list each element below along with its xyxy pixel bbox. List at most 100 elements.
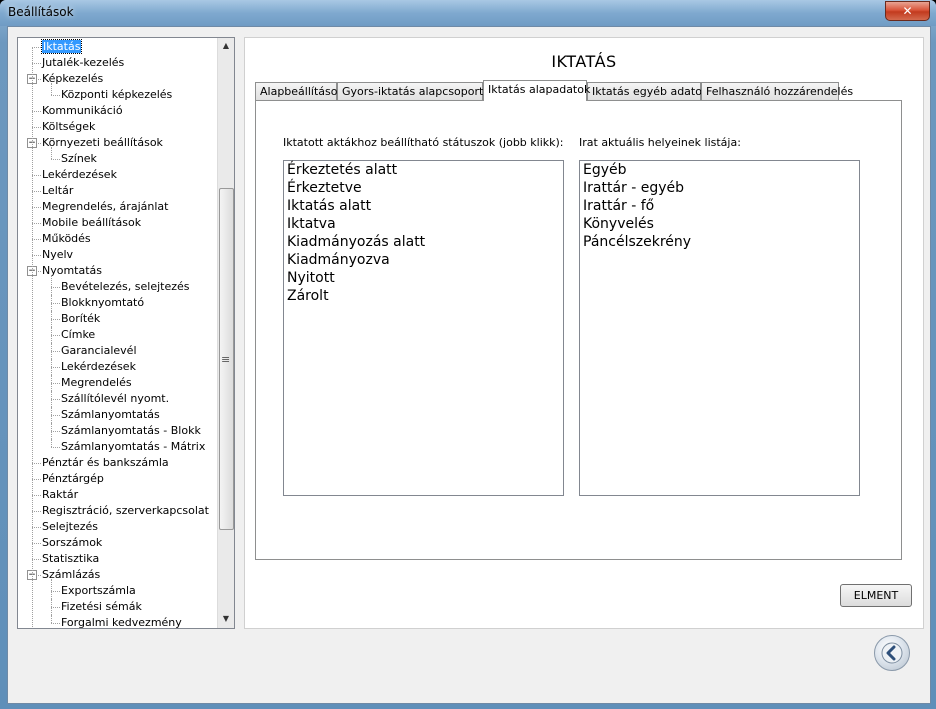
tree-node-label: Működés (42, 232, 91, 245)
tree-node[interactable]: Lekérdezések (42, 167, 117, 183)
tree-scrollbar[interactable]: ▲ ≡ ▼ (217, 38, 234, 628)
list-item[interactable]: Könyvelés (580, 215, 859, 233)
scroll-down-icon[interactable]: ▼ (218, 611, 234, 627)
tree-node-label: Címke (61, 328, 96, 341)
tree-node[interactable]: Jutalék-kezelés (42, 55, 124, 71)
list-item[interactable]: Érkeztetve (284, 179, 563, 197)
tree-node[interactable]: Nyelv (42, 247, 73, 263)
list-item[interactable]: Érkeztetés alatt (284, 161, 563, 179)
tree-node-label: Statisztika (42, 552, 100, 565)
tree-node[interactable]: Pénztárgép (42, 471, 104, 487)
tree-connector (51, 623, 60, 624)
list-item[interactable]: Nyitott (284, 269, 563, 287)
tree-node[interactable]: Mobile beállítások (42, 215, 141, 231)
tree-node[interactable]: Boríték (61, 311, 100, 327)
tree-node[interactable]: Költségek (42, 119, 95, 135)
tree-connector (51, 351, 60, 352)
list-item[interactable]: Irattár - fő (580, 197, 859, 215)
tree-node[interactable]: Kommunikáció (42, 103, 123, 119)
location-listbox[interactable]: Egyéb Irattár - egyéb Irattár - fő Könyvelé… (579, 160, 860, 496)
list-item[interactable]: Kiadmányozva (284, 251, 563, 269)
tree-node[interactable]: Megrendelés, árajánlat (42, 199, 168, 215)
tree-connector (51, 599, 52, 615)
tree-node-label: Színek (61, 152, 97, 165)
tree-connector (32, 463, 41, 464)
tree-node[interactable]: Iktatás (40, 39, 83, 55)
scroll-grip-icon: ≡ (221, 353, 231, 366)
tree-connector (51, 343, 52, 359)
tree-connector (32, 527, 41, 528)
tree-node[interactable]: Környezeti beállítások (42, 135, 163, 151)
tree-node-label: Megrendelés, árajánlat (42, 200, 169, 213)
list-item[interactable]: Iktatva (284, 215, 563, 233)
tree-node[interactable]: Működés (42, 231, 91, 247)
location-list-caption: Irat aktuális helyeinek listája: (579, 136, 741, 149)
tree-connector (51, 335, 60, 336)
tree-node-label: Garancialevél (61, 344, 137, 357)
tree-node[interactable]: Számlanyomtatás - Blokk (61, 423, 201, 439)
close-button[interactable]: ✕ (885, 1, 930, 21)
tab-2[interactable]: Iktatás alapadatok (483, 80, 590, 101)
tree-node[interactable]: Pénztár és bankszámla (42, 455, 169, 471)
tree-node[interactable]: Központi képkezelés (61, 87, 172, 103)
tree-node[interactable]: Blokknyomtató (61, 295, 144, 311)
list-item[interactable]: Egyéb (580, 161, 859, 179)
list-item[interactable]: Páncélszekrény (580, 233, 859, 251)
back-button[interactable] (874, 635, 910, 671)
list-item[interactable]: Zárolt (284, 287, 563, 305)
tree-node-label: Lekérdezések (42, 168, 117, 181)
tree-node[interactable]: Számlanyomtatás - Mátrix (61, 439, 205, 455)
tree-node[interactable]: Bevételezés, selejtezés (61, 279, 190, 295)
tree-node-label: Leltár (42, 184, 74, 197)
tree-connector (51, 319, 60, 320)
tree-node[interactable]: Címke (61, 327, 95, 343)
tree-node[interactable]: Leltár (42, 183, 73, 199)
tree-connector (51, 287, 60, 288)
tree-node[interactable]: Regisztráció, szerverkapcsolat (42, 503, 209, 519)
tree-connector (51, 415, 60, 416)
tree-node[interactable]: Fizetési sémák (61, 599, 142, 615)
tree-node[interactable]: Megrendelés (61, 375, 132, 391)
list-item[interactable]: Irattár - egyéb (580, 179, 859, 197)
tree-node[interactable]: Színek (61, 151, 97, 167)
tree-node[interactable]: Sorszámok (42, 535, 102, 551)
tree-root-line (32, 47, 33, 628)
tree-connector (32, 127, 41, 128)
list-item[interactable]: Iktatás alatt (284, 197, 563, 215)
status-list-caption: Iktatott aktákhoz beállítható státuszok … (283, 136, 564, 149)
tree-node[interactable]: Számlanyomtatás (61, 407, 160, 423)
tree-connector (32, 479, 41, 480)
tree-node-label: Iktatás (40, 39, 83, 54)
tree-connector (51, 591, 60, 592)
back-arrow-icon (881, 642, 903, 664)
tree-connector (51, 391, 52, 407)
tree-connector (51, 147, 52, 159)
scroll-up-icon[interactable]: ▲ (218, 38, 234, 54)
tree-connector (32, 223, 41, 224)
status-listbox[interactable]: Érkeztetés alatt Érkeztetve Iktatás alatt I… (283, 160, 564, 496)
tree-node[interactable]: Raktár (42, 487, 78, 503)
client-area: Iktatás Jutalék-kezelés Képkezelés − Központ… (7, 26, 931, 704)
tree-connector (51, 407, 52, 423)
list-item[interactable]: Kiadmányozás alatt (284, 233, 563, 251)
tree-node-label: Szállítólevél nyomt. (61, 392, 170, 405)
tree-node[interactable]: Forgalmi kedvezmény (61, 615, 182, 628)
tab-3[interactable]: Iktatás egyéb adatok (587, 82, 708, 100)
tree-connector (32, 495, 41, 496)
tab-0[interactable]: Alapbeállítások (255, 82, 344, 100)
tree-node[interactable]: Exportszámla (61, 583, 136, 599)
tree-node-label: Kommunikáció (42, 104, 123, 117)
tree-node[interactable]: Garancialevél (61, 343, 137, 359)
settings-tree[interactable]: Iktatás Jutalék-kezelés Képkezelés − Központ… (17, 37, 235, 629)
save-button[interactable]: ELMENT (840, 584, 912, 607)
tree-node-label: Költségek (42, 120, 96, 133)
tree-node[interactable]: Lekérdezések (61, 359, 136, 375)
tree-node[interactable]: Statisztika (42, 551, 99, 567)
tab-4[interactable]: Felhasználó hozzárendelés (701, 82, 853, 100)
tree-connector (51, 447, 60, 448)
tree-node-label: Fizetési sémák (61, 600, 142, 613)
tree-node-label: Sorszámok (42, 536, 103, 549)
tree-node[interactable]: Szállítólevél nyomt. (61, 391, 169, 407)
tree-node[interactable]: Selejtezés (42, 519, 98, 535)
tab-1[interactable]: Gyors-iktatás alapcsoportjai (337, 82, 496, 100)
